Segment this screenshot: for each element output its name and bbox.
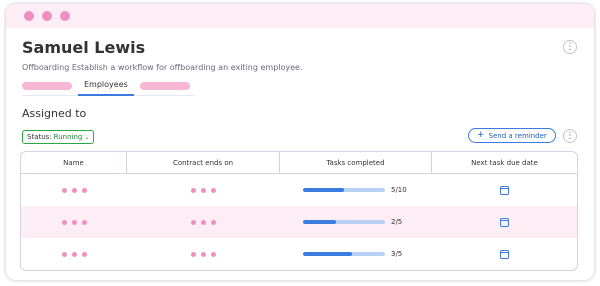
calendar-icon[interactable] <box>500 217 509 227</box>
tasks-cell: 5/10 <box>280 174 432 206</box>
status-filter-label: Status: <box>27 133 52 141</box>
maximize-window-button[interactable] <box>60 11 70 21</box>
table-row[interactable]: 5/10 <box>21 174 577 206</box>
calendar-icon[interactable] <box>500 249 509 259</box>
kebab-icon[interactable]: ⋮ <box>563 40 577 54</box>
progress-bar <box>303 188 385 192</box>
send-reminder-label: Send a reminder <box>488 131 547 140</box>
minimize-window-button[interactable] <box>42 11 52 21</box>
placeholder-dots <box>61 251 87 257</box>
due-date-cell <box>432 238 577 270</box>
table-row[interactable]: 2/5 <box>21 206 577 238</box>
placeholder-dots <box>191 187 216 193</box>
progress-fill <box>303 188 344 192</box>
tasks-cell: 2/5 <box>280 206 432 238</box>
app-window: Samuel Lewis Offboarding Establish a wor… <box>6 4 594 280</box>
calendar-icon[interactable] <box>500 185 509 195</box>
contract-cell <box>127 174 280 206</box>
due-date-cell <box>432 174 577 206</box>
column-header-contract-ends[interactable]: Contract ends on <box>127 152 280 173</box>
name-cell <box>21 174 127 206</box>
placeholder-dots <box>61 187 87 193</box>
placeholder-dots <box>191 219 216 225</box>
status-filter-value: Running <box>53 133 83 141</box>
table-header: Name Contract ends on Tasks completed Ne… <box>21 152 577 174</box>
page-subtitle: Offboarding Establish a workflow for off… <box>22 63 303 72</box>
progress-bar <box>303 220 385 224</box>
progress-fill <box>303 220 336 224</box>
tabs-bar: Employees <box>22 76 194 96</box>
name-cell <box>21 238 127 270</box>
task-progress: 3/5 <box>303 250 409 258</box>
column-header-tasks-completed[interactable]: Tasks completed <box>280 152 432 173</box>
progress-text: 3/5 <box>391 250 403 258</box>
send-reminder-button[interactable]: + Send a reminder <box>468 128 556 143</box>
progress-fill <box>303 252 353 256</box>
placeholder-dots <box>61 219 87 225</box>
page-header: Samuel Lewis Offboarding Establish a wor… <box>22 38 578 72</box>
progress-bar <box>303 252 385 256</box>
table-menu-kebab-icon[interactable]: ⋮ <box>563 129 577 143</box>
name-cell <box>21 206 127 238</box>
placeholder-dots <box>191 251 216 257</box>
progress-text: 5/10 <box>391 186 407 194</box>
tab-placeholder-right[interactable] <box>139 81 190 90</box>
assigned-to-heading: Assigned to <box>22 107 87 120</box>
due-date-cell <box>432 206 577 238</box>
page-title: Samuel Lewis <box>22 38 146 57</box>
plus-icon: + <box>477 130 485 140</box>
employees-table: Name Contract ends on Tasks completed Ne… <box>20 151 578 271</box>
task-progress: 5/10 <box>303 186 409 194</box>
chevron-down-icon: ⌄ <box>84 133 90 141</box>
close-window-button[interactable] <box>24 11 34 21</box>
contract-cell <box>127 206 280 238</box>
column-header-name[interactable]: Name <box>21 152 127 173</box>
tab-employees[interactable]: Employees <box>78 76 134 96</box>
tasks-cell: 3/5 <box>280 238 432 270</box>
tab-placeholder-left[interactable] <box>22 81 72 90</box>
title-bar <box>6 4 594 28</box>
contract-cell <box>127 238 280 270</box>
progress-text: 2/5 <box>391 218 403 226</box>
task-progress: 2/5 <box>303 218 409 226</box>
table-row[interactable]: 3/5 <box>21 238 577 270</box>
status-filter[interactable]: Status: Running ⌄ <box>22 130 95 144</box>
column-header-next-task-due[interactable]: Next task due date <box>432 152 577 173</box>
